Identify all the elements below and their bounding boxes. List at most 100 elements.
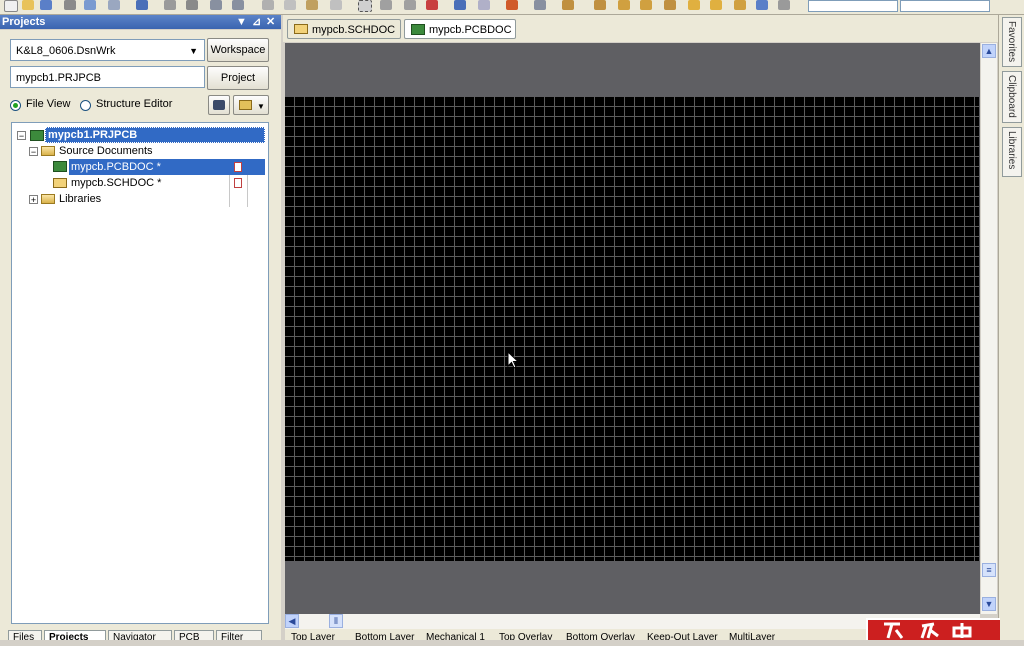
tab-projects[interactable]: Projects	[44, 630, 106, 640]
side-tab-favorites[interactable]: Favorites	[1002, 17, 1022, 67]
tree-item-pcbdoc[interactable]: mypcb.PCBDOC *	[12, 159, 268, 175]
paste-special-icon[interactable]	[330, 0, 342, 10]
file-view-radio[interactable]	[10, 100, 21, 111]
modified-document-icon	[234, 178, 242, 188]
undo-icon[interactable]	[454, 0, 466, 10]
browse-icon[interactable]	[136, 0, 148, 10]
wire-icon[interactable]	[594, 0, 606, 10]
paste-icon[interactable]	[306, 0, 318, 10]
toolbar-combo-2[interactable]	[900, 0, 990, 12]
folder-icon	[41, 194, 55, 204]
scroll-up-icon[interactable]: ▲	[982, 44, 996, 58]
text-icon[interactable]	[756, 0, 768, 10]
layer-tab-multilayer[interactable]: MultiLayer	[729, 629, 775, 640]
modified-document-icon	[234, 162, 242, 172]
preview-icon[interactable]	[108, 0, 120, 10]
projects-panel-title: Projects	[2, 16, 46, 28]
toolbar-combo-1[interactable]	[808, 0, 898, 12]
tree-item-schdoc[interactable]: mypcb.SCHDOC *	[12, 175, 268, 191]
copy-icon[interactable]	[284, 0, 296, 10]
fill-icon[interactable]	[688, 0, 700, 10]
cut-icon[interactable]	[262, 0, 274, 10]
layer-tab-bottom-overlay[interactable]: Bottom Overlay	[566, 629, 635, 640]
cross-probe-icon[interactable]	[506, 0, 518, 10]
pcb-document-icon	[411, 24, 425, 35]
polygon-icon[interactable]	[710, 0, 722, 10]
layers-icon	[213, 100, 225, 110]
layer-tab-keep-out-layer[interactable]: Keep-Out Layer	[647, 629, 718, 640]
document-icon	[239, 100, 252, 110]
vertical-scrollbar[interactable]: ▲ ≡ ▼	[980, 43, 997, 614]
tab-navigator[interactable]: Navigator	[108, 630, 172, 640]
clear-icon[interactable]	[426, 0, 438, 10]
tab-pcb[interactable]: PCB	[174, 630, 214, 640]
tab-files[interactable]: Files	[8, 630, 42, 640]
zoom-out-icon[interactable]	[232, 0, 244, 10]
new-icon[interactable]	[4, 0, 18, 12]
pcb-board-grid[interactable]	[285, 97, 979, 561]
layer-tab-mechanical-1[interactable]: Mechanical 1	[426, 629, 485, 640]
main-toolbar	[0, 0, 1024, 15]
open-icon[interactable]	[22, 0, 34, 10]
dropdown-arrow-icon[interactable]: ▼	[236, 15, 247, 29]
project-field[interactable]: mypcb1.PRJPCB	[10, 66, 205, 88]
watermark-logo	[866, 618, 1000, 640]
collapse-icon[interactable]: −	[17, 131, 26, 141]
layer-tab-top-overlay[interactable]: Top Overlay	[499, 629, 552, 640]
save-all-icon[interactable]	[84, 0, 96, 10]
panel-tabs: Files Projects Navigator PCB Filter	[0, 630, 281, 640]
workspace-value: K&L8_0606.DsnWrk	[16, 45, 116, 57]
doc-tab-schdoc[interactable]: mypcb.SCHDOC *	[287, 19, 401, 56]
document-options-button[interactable]: ▼	[233, 95, 269, 115]
inspect-icon[interactable]	[534, 0, 546, 10]
move-icon[interactable]	[380, 0, 392, 10]
pad-icon[interactable]	[640, 0, 652, 10]
schematic-document-icon	[53, 178, 67, 188]
tree-item-source-documents[interactable]: − Source Documents	[12, 143, 268, 159]
component-icon[interactable]	[562, 0, 574, 10]
pin-icon[interactable]: ⊿	[252, 15, 261, 29]
file-view-label: File View	[26, 98, 71, 110]
watermark-glyphs	[884, 622, 972, 639]
pcb-document-icon	[53, 161, 67, 172]
doc-tab-pcbdoc[interactable]: mypcb.PCBDOC *	[404, 19, 516, 56]
expand-icon[interactable]: +	[29, 195, 38, 205]
layer-tab-bottom-layer[interactable]: Bottom Layer	[355, 629, 414, 640]
side-tab-libraries-label: Libraries	[1006, 131, 1017, 170]
side-tab-favorites-label: Favorites	[1006, 21, 1017, 63]
project-button[interactable]: Project	[207, 66, 269, 90]
coordinate-icon[interactable]	[778, 0, 790, 10]
tree-item-libraries[interactable]: + Libraries	[12, 191, 268, 207]
workspace-button[interactable]: Workspace	[207, 38, 269, 62]
vertical-scroll-thumb[interactable]: ≡	[982, 563, 996, 577]
workspace-select[interactable]: K&L8_0606.DsnWrk ▼	[10, 39, 205, 61]
collapse-icon[interactable]: −	[29, 147, 38, 157]
redo-icon[interactable]	[478, 0, 490, 10]
save-icon[interactable]	[40, 0, 52, 10]
via-icon[interactable]	[618, 0, 630, 10]
project-tree: − mypcb1.PRJPCB − Source Documents mypcb…	[11, 122, 269, 624]
scroll-down-icon[interactable]: ▼	[982, 597, 996, 611]
zoom-area-icon[interactable]	[186, 0, 198, 10]
projects-panel-header: Projects ▼ ⊿ ✕	[0, 15, 281, 29]
side-tab-libraries[interactable]: Libraries	[1002, 127, 1022, 177]
close-icon[interactable]: ✕	[266, 15, 275, 29]
scroll-left-icon[interactable]: ◀	[285, 614, 299, 628]
tree-item-project-label: mypcb1.PRJPCB	[45, 127, 265, 143]
tree-item-project[interactable]: − mypcb1.PRJPCB	[12, 127, 268, 143]
chevron-down-icon: ▼	[189, 46, 198, 56]
layers-icon-button[interactable]	[208, 95, 230, 115]
zoom-in-icon[interactable]	[210, 0, 222, 10]
print-icon[interactable]	[64, 0, 76, 10]
structure-editor-radio[interactable]	[80, 100, 91, 111]
select-icon[interactable]	[358, 0, 372, 12]
folder-icon	[41, 146, 55, 156]
tab-filter[interactable]: Filter	[216, 630, 262, 640]
layer-tab-top-layer[interactable]: Top Layer	[291, 629, 335, 640]
side-tab-clipboard[interactable]: Clipboard	[1002, 71, 1022, 123]
horizontal-scroll-thumb[interactable]: ⦀	[329, 614, 343, 628]
zoom-fit-icon[interactable]	[164, 0, 176, 10]
string-icon[interactable]	[734, 0, 746, 10]
deselect-icon[interactable]	[404, 0, 416, 10]
arc-icon[interactable]	[664, 0, 676, 10]
